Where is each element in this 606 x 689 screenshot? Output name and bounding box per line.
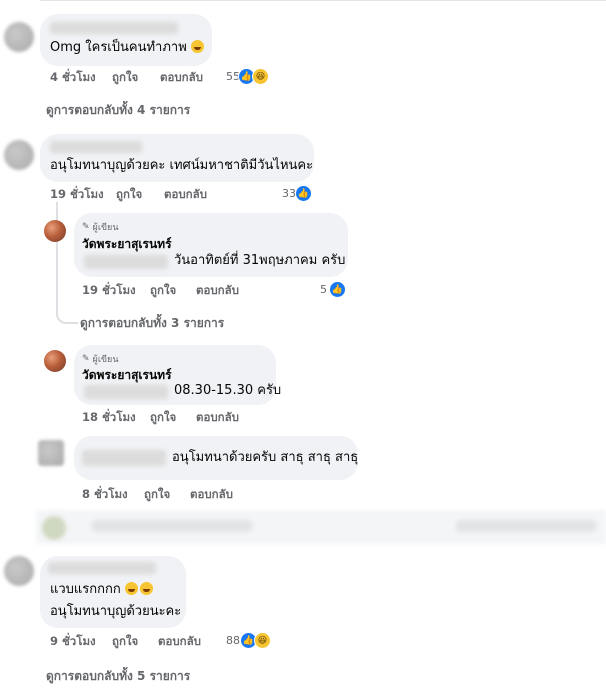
reply-link[interactable]: ตอบกลับ bbox=[164, 186, 207, 204]
thumbs-up-icon: 👍 bbox=[295, 185, 312, 202]
comment-bubble: Omg ใครเป็นคนทำภาพ bbox=[40, 14, 212, 66]
pencil-icon: ✎ bbox=[82, 354, 90, 364]
page-name[interactable]: วัดพระยาสุเรนทร์ bbox=[82, 366, 172, 385]
reaction-count[interactable]: 88 bbox=[226, 634, 240, 647]
like-link[interactable]: ถูกใจ bbox=[112, 69, 138, 87]
commenter-name-blurred[interactable] bbox=[50, 22, 178, 34]
surprised-face-icon bbox=[190, 40, 204, 53]
reply-link[interactable]: ตอบกลับ bbox=[190, 486, 233, 504]
avatar[interactable] bbox=[4, 140, 34, 170]
comment-text-line-1: แวบแรกกกก bbox=[50, 582, 153, 598]
like-link[interactable]: ถูกใจ bbox=[150, 409, 176, 427]
thumbs-up-icon: 👍 bbox=[329, 281, 346, 298]
comment-text-line-2: อนุโมทนาบุญด้วยนะคะ bbox=[50, 604, 182, 619]
thread-connector bbox=[56, 298, 78, 324]
reply-time[interactable]: 8 ชั่วโมง bbox=[82, 486, 128, 504]
like-link[interactable]: ถูกใจ bbox=[112, 633, 138, 651]
reply-bubble: อนุโมทนาด้วยครับ สาธุ สาธุ สาธุ bbox=[74, 436, 358, 480]
mention-blurred[interactable] bbox=[84, 385, 168, 399]
avatar[interactable] bbox=[4, 22, 34, 52]
page-avatar[interactable] bbox=[44, 220, 66, 242]
laughing-face-icon: 😆 bbox=[254, 632, 271, 649]
like-link[interactable]: ถูกใจ bbox=[150, 282, 176, 300]
author-badge-label: ผู้เขียน bbox=[92, 355, 119, 365]
reply-time[interactable]: 19 ชั่วโมง bbox=[82, 282, 136, 300]
avatar[interactable] bbox=[4, 556, 34, 586]
view-replies-link[interactable]: ดูการตอบกลับทั้ง 4 รายการ bbox=[46, 101, 190, 120]
reply-composer-blurred[interactable] bbox=[36, 510, 606, 544]
reply-bubble: ✎ ผู้เขียน วัดพระยาสุเรนทร์ 08.30-15.30 … bbox=[74, 345, 281, 405]
reply-text: 08.30-15.30 ครับ bbox=[174, 383, 282, 398]
author-badge-label: ผู้เขียน bbox=[92, 223, 119, 233]
avatar[interactable] bbox=[38, 440, 64, 466]
laughing-face-icon bbox=[124, 582, 138, 595]
comment-bubble: อนุโมทนาบุญด้วยคะ เทศน์มหาชาติมีวันไหนคะ bbox=[40, 134, 314, 182]
like-link[interactable]: ถูกใจ bbox=[144, 486, 170, 504]
laughing-face-icon: 😆 bbox=[252, 68, 269, 85]
mention-blurred[interactable] bbox=[84, 255, 168, 269]
view-replies-link[interactable]: ดูการตอบกลับทั้ง 5 รายการ bbox=[46, 667, 190, 686]
comment-text: Omg ใครเป็นคนทำภาพ bbox=[50, 40, 204, 56]
view-replies-link[interactable]: ดูการตอบกลับทั้ง 3 รายการ bbox=[80, 314, 224, 333]
reply-text: อนุโมทนาด้วยครับ สาธุ สาธุ สาธุ bbox=[172, 450, 359, 465]
commenter-name-blurred[interactable] bbox=[50, 141, 142, 153]
reply-link[interactable]: ตอบกลับ bbox=[196, 409, 239, 427]
comment-time[interactable]: 4 ชั่วโมง bbox=[50, 69, 96, 87]
comment-time[interactable]: 19 ชั่วโมง bbox=[50, 186, 104, 204]
comment-bubble: แวบแรกกกก อนุโมทนาบุญด้วยนะคะ bbox=[40, 556, 186, 628]
page-name[interactable]: วัดพระยาสุเรนทร์ bbox=[82, 235, 172, 254]
reaction-count[interactable]: 5 bbox=[320, 283, 327, 296]
reaction-count[interactable]: 33 bbox=[282, 187, 296, 200]
page-avatar[interactable] bbox=[44, 350, 66, 372]
comment-time[interactable]: 9 ชั่วโมง bbox=[50, 633, 96, 651]
laughing-face-icon bbox=[139, 582, 153, 595]
top-divider bbox=[40, 0, 606, 1]
reply-text: วันอาทิตย์ที่ 31พฤษภาคม ครับ bbox=[174, 253, 346, 268]
like-link[interactable]: ถูกใจ bbox=[116, 186, 142, 204]
pencil-icon: ✎ bbox=[82, 222, 90, 232]
comment-text-content: แวบแรกกกก bbox=[50, 582, 121, 597]
author-badge: ✎ ผู้เขียน bbox=[82, 220, 118, 234]
comment-text: อนุโมทนาบุญด้วยคะ เทศน์มหาชาติมีวันไหนคะ bbox=[50, 158, 314, 173]
commenter-name-blurred[interactable] bbox=[82, 450, 166, 466]
reply-link[interactable]: ตอบกลับ bbox=[158, 633, 201, 651]
commenter-name-blurred[interactable] bbox=[48, 562, 156, 574]
reply-time[interactable]: 18 ชั่วโมง bbox=[82, 409, 136, 427]
reply-bubble: ✎ ผู้เขียน วัดพระยาสุเรนทร์ วันอาทิตย์ที… bbox=[74, 213, 348, 277]
author-badge: ✎ ผู้เขียน bbox=[82, 352, 118, 366]
reply-link[interactable]: ตอบกลับ bbox=[196, 282, 239, 300]
comment-text-content: Omg ใครเป็นคนทำภาพ bbox=[50, 40, 187, 55]
reply-link[interactable]: ตอบกลับ bbox=[160, 69, 203, 87]
